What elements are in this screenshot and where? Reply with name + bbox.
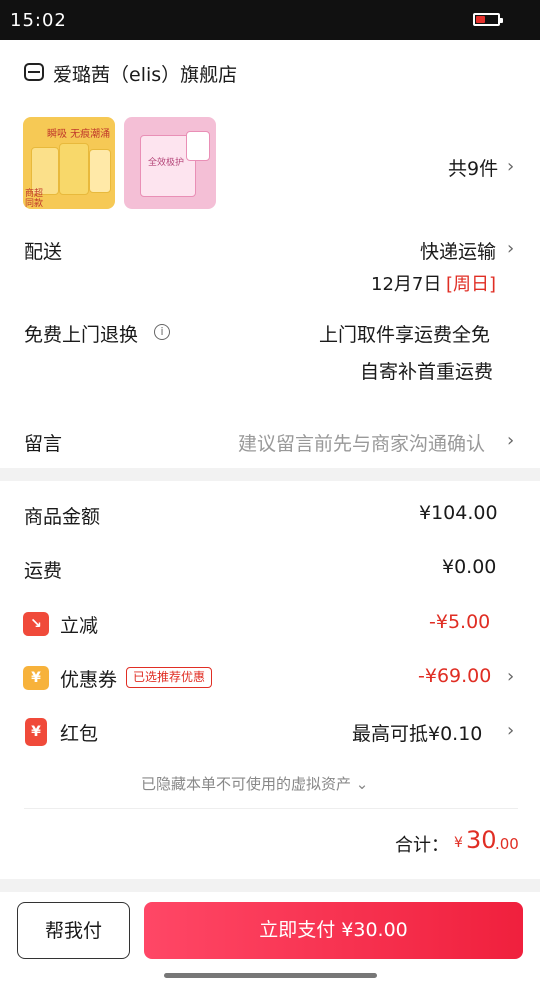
delivery-method[interactable]: 快递运输 — [420, 237, 496, 264]
shop-name[interactable]: 爱璐茜（elis）旗舰店 — [53, 60, 237, 87]
goods-amount-label: 商品金额 — [24, 506, 101, 528]
chevron-right-icon[interactable]: › — [507, 156, 514, 177]
message-label: 留言 — [24, 433, 63, 455]
shipping-label: 运费 — [24, 560, 63, 582]
divider — [24, 808, 518, 809]
pay-now-button[interactable]: 立即支付 ¥30.00 — [144, 902, 523, 959]
status-bar: 15:02 — [0, 0, 540, 40]
total-integer: 30 — [466, 826, 497, 854]
product-thumbnail-1[interactable]: 瞬吸 无痕潮涌 商超同款 — [23, 117, 115, 209]
free-return-label: 免费上门退换 — [24, 324, 139, 346]
message-input[interactable]: 建议留言前先与商家沟通确认 — [238, 429, 485, 456]
red-packet-icon: ¥ — [25, 718, 47, 746]
chevron-right-icon[interactable]: › — [507, 238, 514, 259]
battery-level — [476, 16, 485, 23]
shop-icon — [24, 63, 44, 81]
discount-label: 立减 — [60, 615, 99, 637]
delivery-date: 12月7日 — [371, 274, 442, 295]
return-pickup-text: 上门取件享运费全免 — [319, 324, 491, 346]
return-self-ship-text: 自寄补首重运费 — [360, 361, 494, 383]
product-thumbnail-2[interactable]: 全效极护 — [124, 117, 216, 209]
chevron-right-icon[interactable]: › — [507, 430, 514, 451]
coupon-recommended-tag: 已选推荐优惠 — [126, 667, 213, 688]
chevron-right-icon[interactable]: › — [507, 720, 514, 741]
chevron-down-icon: ⌄ — [355, 775, 369, 793]
coupon-value[interactable]: -¥69.00 — [418, 665, 491, 687]
coupon-label: 优惠券 — [60, 669, 118, 691]
thumb1-headline: 瞬吸 无痕潮涌 — [47, 129, 111, 140]
delivery-label: 配送 — [24, 241, 63, 263]
shipping-value: ¥0.00 — [442, 556, 497, 578]
yuan-coupon-icon: ¥ — [23, 666, 49, 690]
item-count[interactable]: 共9件 — [448, 154, 498, 181]
status-time: 15:02 — [10, 10, 67, 31]
hidden-assets-toggle[interactable]: 已隐藏本单不可使用的虚拟资产 ⌄ — [141, 773, 368, 794]
hidden-assets-text: 已隐藏本单不可使用的虚拟资产 — [141, 775, 352, 793]
home-indicator — [164, 973, 377, 978]
thumb1-tag: 商超同款 — [25, 189, 44, 209]
total-currency: ¥ — [454, 835, 463, 851]
discount-value: -¥5.00 — [429, 611, 491, 633]
thumb2-text: 全效极护 — [148, 158, 185, 168]
delivery-day: [周日] — [446, 274, 497, 295]
total-label: 合计： — [395, 835, 449, 856]
red-packet-label: 红包 — [60, 723, 99, 745]
goods-amount-value: ¥104.00 — [419, 502, 498, 524]
total-decimal: .00 — [495, 835, 519, 853]
help-me-pay-button[interactable]: 帮我付 — [17, 902, 130, 959]
battery-icon — [473, 13, 503, 26]
info-icon[interactable]: i — [154, 324, 170, 340]
chevron-right-icon[interactable]: › — [507, 666, 514, 687]
down-arrow-icon: ↘ — [23, 612, 49, 636]
red-packet-value[interactable]: 最高可抵¥0.10 — [352, 719, 482, 746]
